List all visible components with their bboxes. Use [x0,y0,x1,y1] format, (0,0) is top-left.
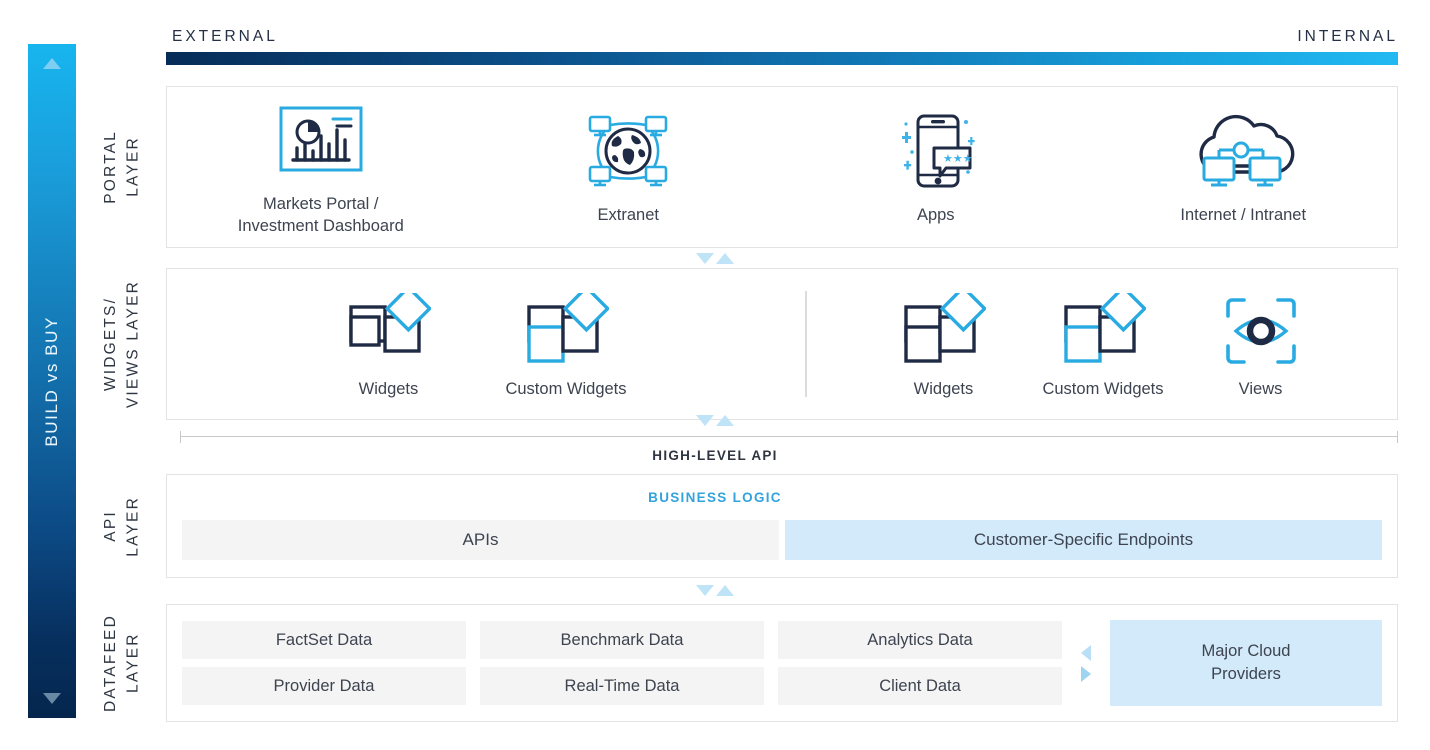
triangle-up-icon [716,585,734,596]
widgets-squares-icon [900,290,987,372]
high-level-api-label: HIGH-LEVEL API [652,448,778,463]
external-label: EXTERNAL [172,28,278,45]
datafeed-cell-benchmark-data[interactable]: Benchmark Data [480,621,764,659]
widget-item-caption: Custom Widgets [1042,379,1164,398]
external-internal-gradient-bar [166,52,1398,65]
widget-item-widgets-right[interactable]: Widgets [900,290,987,399]
datafeed-layer-label: DATAFEED LAYER [84,604,160,722]
bracket-line [180,436,1398,437]
bracket-tick-right [1397,431,1398,443]
widget-item-caption: Widgets [358,379,419,398]
widgets-squares-icon [345,290,432,372]
widget-item-custom-widgets-right[interactable]: Custom Widgets [1042,290,1164,399]
portal-layer-label-line1: PORTAL [101,130,119,204]
rail-up-arrow-icon [43,58,61,69]
datafeed-cell-analytics-data[interactable]: Analytics Data [778,621,1062,659]
custom-widgets-squares-icon [523,290,609,372]
bracket-tick-left [180,431,181,443]
internal-label: INTERNAL [1297,28,1398,45]
mobile-chat-icon: ★★★ [890,108,982,194]
widget-item-caption: Custom Widgets [505,379,627,398]
diagram-root: BUILD vs BUY EXTERNAL INTERNAL PORTAL LA… [0,0,1430,750]
widget-item-views[interactable]: Views [1220,290,1302,399]
widget-item-caption: Views [1238,379,1283,398]
portal-item-extranet[interactable]: Extranet [475,108,783,226]
portal-item-caption: Extranet [597,205,659,224]
portal-item-internet-intranet[interactable]: Internet / Intranet [1090,108,1398,226]
globe-network-icon [582,108,674,194]
svg-text:★★★: ★★★ [943,152,973,165]
api-block-apis[interactable]: APIs [182,520,779,560]
api-block-customer-specific-endpoints[interactable]: Customer-Specific Endpoints [785,520,1382,560]
portal-layer-label-line2: LAYER [124,136,141,198]
datafeed-cell-factset-data[interactable]: FactSet Data [182,621,466,659]
datafeed-layer-label-line1: DATAFEED [101,614,119,712]
portal-item-markets-portal[interactable]: Markets Portal / Investment Dashboard [167,97,475,238]
datafeed-cloud-connector [1062,644,1110,682]
widget-item-widgets-left[interactable]: Widgets [345,290,432,399]
widgets-to-api-connector [0,415,1430,426]
api-to-datafeed-connector [0,585,1430,596]
datafeed-layer-label-line2: LAYER [124,632,141,694]
portal-item-caption: Apps [916,205,955,224]
triangle-down-icon [696,415,714,426]
portal-to-widgets-connector [0,253,1430,264]
widgets-layer-label-line2: VIEWS LAYER [124,279,141,409]
portal-item-apps[interactable]: ★★★ Apps [782,108,1090,226]
widget-item-caption: Widgets [913,379,974,398]
cloud-network-icon [1188,108,1298,194]
triangle-up-icon [716,415,734,426]
portal-layer-label: PORTAL LAYER [84,86,160,248]
build-vs-buy-label: BUILD vs BUY [42,315,61,447]
api-layer-label-line1: API [101,510,119,542]
triangle-right-icon [1081,665,1091,682]
datafeed-layer-panel: FactSet Data Benchmark Data Analytics Da… [166,604,1398,722]
major-cloud-providers-block[interactable]: Major Cloud Providers [1110,620,1382,706]
widget-item-custom-widgets-left[interactable]: Custom Widgets [505,290,627,399]
high-level-api-bracket [180,431,1398,443]
rail-down-arrow-icon [43,692,61,704]
portal-item-caption: Internet / Intranet [1180,205,1307,224]
widgets-layer-label-line1: WIDGETS/ [101,296,119,392]
datafeed-grid: FactSet Data Benchmark Data Analytics Da… [182,621,1062,705]
portal-layer-panel: Markets Portal / Investment Dashboard Ex… [166,86,1398,248]
widgets-layer-divider [805,291,807,397]
build-vs-buy-rail: BUILD vs BUY [28,44,76,718]
triangle-down-icon [696,585,714,596]
datafeed-cell-provider-data[interactable]: Provider Data [182,667,466,705]
datafeed-cell-real-time-data[interactable]: Real-Time Data [480,667,764,705]
datafeed-cell-client-data[interactable]: Client Data [778,667,1062,705]
widgets-layer-panel: Widgets Custom Widgets Widgets Custom Wi… [166,268,1398,420]
dashboard-chart-icon [275,97,367,183]
triangle-down-icon [696,253,714,264]
triangle-up-icon [716,253,734,264]
business-logic-label: BUSINESS LOGIC [648,490,782,505]
widgets-layer-label: WIDGETS/ VIEWS LAYER [84,268,160,420]
triangle-left-icon [1081,644,1091,661]
eye-view-icon [1220,290,1302,372]
custom-widgets-squares-icon [1060,290,1146,372]
portal-item-caption: Markets Portal / Investment Dashboard [237,194,404,235]
